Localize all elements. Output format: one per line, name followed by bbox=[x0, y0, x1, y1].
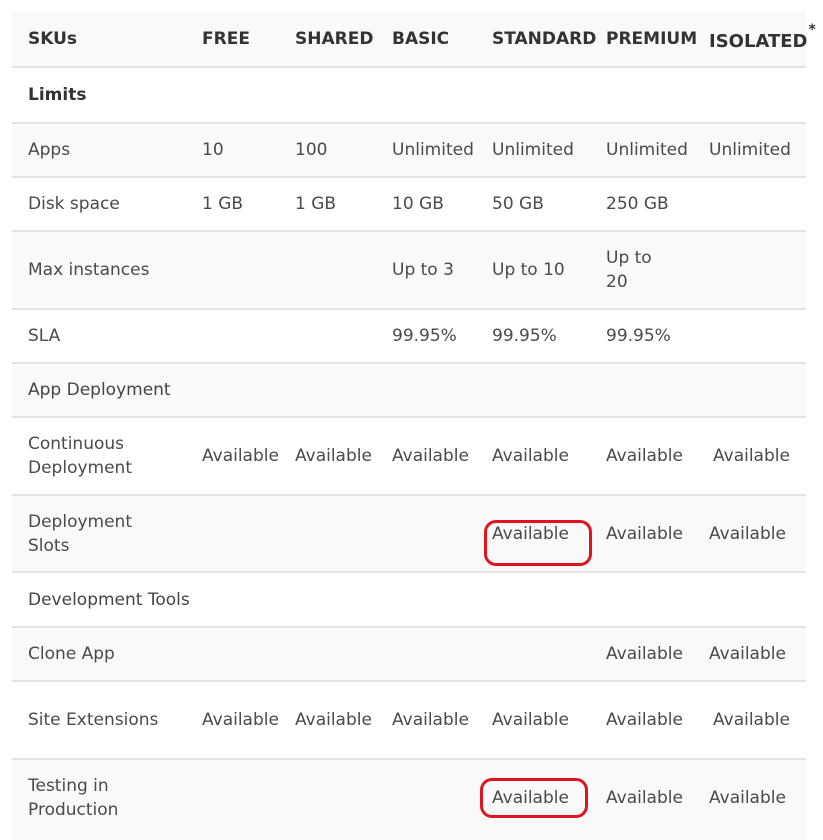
column-header-isolated: ISOLATED * bbox=[709, 12, 816, 66]
table-row-sla: SLA 99.95% 99.95% 99.95% bbox=[12, 310, 806, 364]
footnote-marker: * bbox=[808, 22, 816, 38]
isolated-label: ISOLATED bbox=[709, 31, 808, 52]
cell-isolated: Unlimited bbox=[709, 140, 791, 160]
cell-isolated: Available bbox=[709, 788, 786, 808]
section-row-app-deployment: App Deployment bbox=[12, 364, 806, 418]
row-label: Continuous Deployment bbox=[28, 434, 132, 478]
cell-free: Available bbox=[202, 446, 279, 466]
column-header-premium: PREMIUM bbox=[606, 29, 698, 49]
row-label: Clone App bbox=[28, 644, 115, 664]
cell-standard: 99.95% bbox=[492, 326, 557, 346]
cell-standard: Up to 10 bbox=[492, 260, 565, 280]
row-label: Apps bbox=[28, 140, 71, 160]
table-row-clone-app: Clone App Available Available bbox=[12, 628, 806, 682]
cell-premium: Available bbox=[606, 524, 683, 544]
row-label: SLA bbox=[28, 326, 61, 346]
cell-shared: 100 bbox=[295, 140, 328, 160]
cell-basic: Unlimited bbox=[392, 140, 474, 160]
row-label: Testing in Production bbox=[28, 776, 119, 820]
row-label: Max instances bbox=[28, 260, 150, 280]
column-header-basic: BASIC bbox=[392, 29, 450, 49]
table-row-site-extensions: Site Extensions Available Available Avai… bbox=[12, 682, 806, 760]
row-label: Disk space bbox=[28, 194, 120, 214]
cell-basic: Available bbox=[392, 710, 469, 730]
cell-isolated: Available bbox=[709, 524, 786, 544]
sku-comparison-table: SKUs FREE SHARED BASIC STANDARD PREMIUM … bbox=[12, 12, 816, 840]
row-label: Deployment Slots bbox=[28, 511, 132, 556]
cell-standard: Available bbox=[492, 710, 569, 730]
row-label: Site Extensions bbox=[28, 710, 159, 730]
cell-shared: 1 GB bbox=[295, 194, 337, 214]
cell-premium: 250 GB bbox=[606, 194, 669, 214]
table-row-max-instances: Max instances Up to 3 Up to 10 Up to 20 bbox=[12, 232, 806, 310]
cell-basic: 10 GB bbox=[392, 194, 444, 214]
table-row-deployment-slots: Deployment Slots Available Available Ava… bbox=[12, 496, 806, 573]
cell-premium: 99.95% bbox=[606, 326, 671, 346]
table-header-row: SKUs FREE SHARED BASIC STANDARD PREMIUM … bbox=[12, 12, 816, 68]
column-header-free: FREE bbox=[202, 29, 250, 49]
cell-premium: Up to 20 bbox=[606, 248, 652, 292]
column-header-skus: SKUs bbox=[28, 29, 78, 49]
cell-standard: Available bbox=[492, 788, 569, 808]
cell-free: 10 bbox=[202, 140, 224, 160]
cell-basic: Available bbox=[392, 446, 469, 466]
table-row-continuous-deployment: Continuous Deployment Available Availabl… bbox=[12, 418, 806, 496]
section-row-development-tools: Development Tools bbox=[12, 573, 806, 628]
cell-shared: Available bbox=[295, 446, 372, 466]
column-header-shared: SHARED bbox=[295, 29, 374, 49]
cell-premium: Unlimited bbox=[606, 140, 688, 160]
cell-shared: Available bbox=[295, 710, 372, 730]
section-label: Development Tools bbox=[28, 589, 190, 610]
section-row-limits: Limits bbox=[12, 68, 806, 124]
cell-isolated: Available bbox=[709, 644, 786, 664]
cell-isolated: Available bbox=[713, 446, 790, 466]
cell-standard: Unlimited bbox=[492, 140, 574, 160]
cell-premium: Available bbox=[606, 710, 683, 730]
table-row-testing-in-production: Testing in Production Available Availabl… bbox=[12, 760, 806, 840]
cell-standard: 50 GB bbox=[492, 194, 544, 214]
cell-free: 1 GB bbox=[202, 194, 244, 214]
cell-premium: Available bbox=[606, 644, 683, 664]
table-row-disk-space: Disk space 1 GB 1 GB 10 GB 50 GB 250 GB bbox=[12, 178, 806, 232]
cell-basic: Up to 3 bbox=[392, 260, 454, 280]
cell-free: Available bbox=[202, 710, 279, 730]
cell-standard: Available bbox=[492, 524, 569, 544]
section-label: Limits bbox=[28, 85, 87, 105]
column-header-standard: STANDARD bbox=[492, 29, 597, 49]
cell-premium: Available bbox=[606, 446, 683, 466]
cell-isolated: Available bbox=[713, 710, 790, 730]
section-label: App Deployment bbox=[28, 380, 171, 400]
cell-premium: Available bbox=[606, 788, 683, 808]
cell-standard: Available bbox=[492, 446, 569, 466]
table-row-apps: Apps 10 100 Unlimited Unlimited Unlimite… bbox=[12, 124, 806, 178]
cell-basic: 99.95% bbox=[392, 326, 457, 346]
